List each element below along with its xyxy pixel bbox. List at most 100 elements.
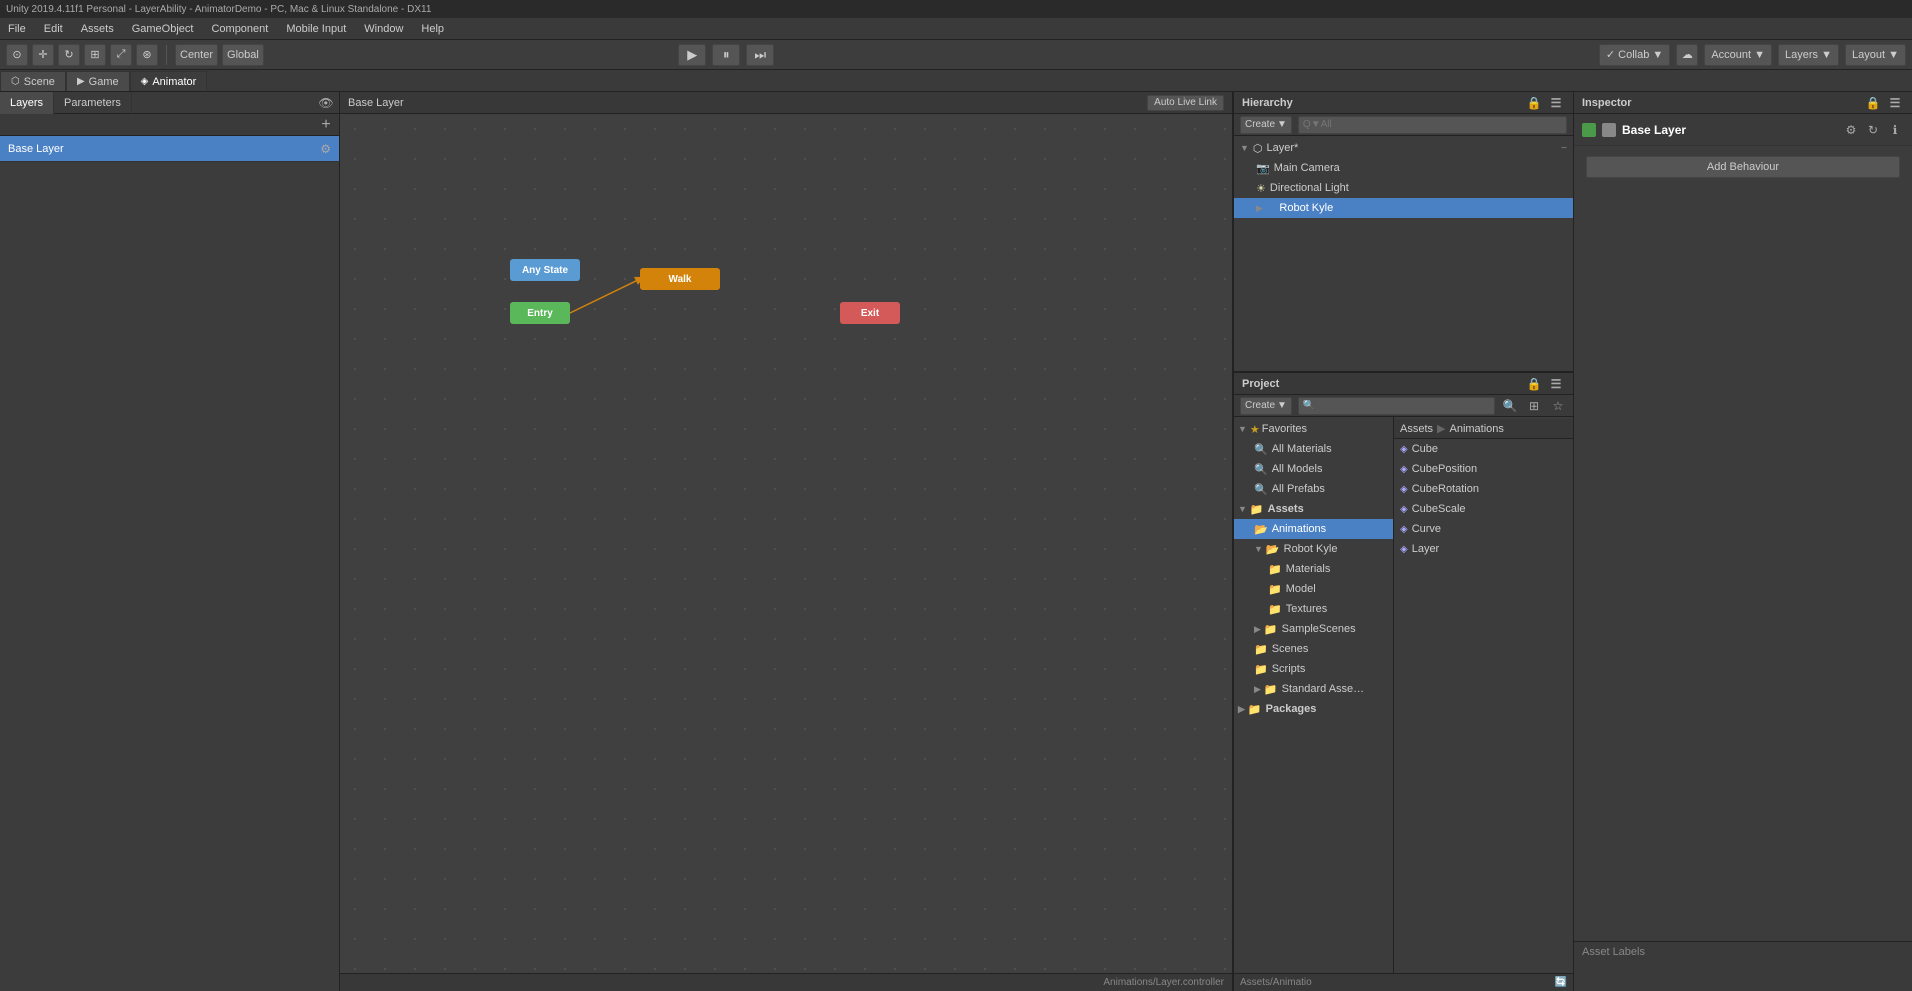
hierarchy-main-camera[interactable]: 📷 Main Camera [1234, 158, 1573, 178]
tab-scene[interactable]: ⬡ Scene [0, 71, 66, 91]
file-layer[interactable]: ◈ Layer [1394, 539, 1573, 559]
transform-rect-btn[interactable]: ⤢ [110, 44, 132, 66]
project-lock-icon[interactable]: 🔒 [1525, 375, 1543, 393]
eye-icon[interactable]: 👁 [317, 94, 335, 112]
animations-folder-item[interactable]: 📂 Animations [1234, 519, 1393, 539]
project-create-dropdown[interactable]: Create ▼ [1240, 397, 1292, 415]
hierarchy-scene-root[interactable]: ▼ ⬡ Layer* − [1234, 138, 1573, 158]
menu-file[interactable]: File [4, 21, 30, 37]
account-btn[interactable]: Account ▼ [1704, 44, 1772, 66]
transform-hand-btn[interactable]: ⊙ [6, 44, 28, 66]
inspector-info-icon[interactable]: ℹ [1886, 121, 1904, 139]
materials-folder-item[interactable]: 📁 Materials [1234, 559, 1393, 579]
menu-gameobject[interactable]: GameObject [128, 21, 198, 37]
menu-help[interactable]: Help [417, 21, 448, 37]
tab-game[interactable]: ▶ Game [66, 71, 130, 91]
inspector-lock-icon[interactable]: 🔒 [1864, 94, 1882, 112]
hierarchy-menu-icon[interactable]: ☰ [1547, 94, 1565, 112]
bottom-right: Project 🔒 ☰ Create ▼ 🔍 ⊞ ☆ [1233, 372, 1912, 991]
project-star-btn[interactable]: ☆ [1549, 397, 1567, 415]
file-curve[interactable]: ◈ Curve [1394, 519, 1573, 539]
step-button[interactable]: ⏭ [746, 44, 774, 66]
menu-assets[interactable]: Assets [77, 21, 118, 37]
layer-settings-icon[interactable]: ⚙ [320, 142, 331, 156]
menu-mobile-input[interactable]: Mobile Input [282, 21, 350, 37]
hierarchy-directional-light[interactable]: ☀ Directional Light [1234, 178, 1573, 198]
tab-parameters[interactable]: Parameters [54, 92, 132, 114]
project-menu-icon[interactable]: ☰ [1547, 375, 1565, 393]
animator-toolbar: Base Layer Auto Live Link [340, 92, 1232, 114]
collab-btn[interactable]: ✓ Collab ▼ [1599, 44, 1670, 66]
cloud-btn[interactable]: ☁ [1676, 44, 1698, 66]
inspector-refresh-icon[interactable]: ↻ [1864, 121, 1882, 139]
walk-node[interactable]: Walk [640, 268, 720, 290]
cube-file-label: Cube [1412, 443, 1438, 455]
transform-scale-btn[interactable]: ⊞ [84, 44, 106, 66]
all-models-item[interactable]: 🔍 All Models [1234, 459, 1393, 479]
base-layer-label: Base Layer [8, 143, 320, 155]
layout-btn[interactable]: Layout ▼ [1845, 44, 1906, 66]
toolbar-right: ✓ Collab ▼ ☁ Account ▼ Layers ▼ Layout ▼ [1599, 44, 1906, 66]
entry-node[interactable]: Entry [510, 302, 570, 324]
center-btn[interactable]: Center [175, 44, 218, 66]
menu-window[interactable]: Window [360, 21, 407, 37]
file-cube[interactable]: ◈ Cube [1394, 439, 1573, 459]
add-layer-icon[interactable]: + [317, 116, 335, 134]
inspector-menu-icon[interactable]: ☰ [1886, 94, 1904, 112]
breadcrumb-animations[interactable]: Animations [1449, 423, 1503, 435]
auto-live-link-btn[interactable]: Auto Live Link [1147, 95, 1224, 111]
file-cube-position[interactable]: ◈ CubePosition [1394, 459, 1573, 479]
robot-kyle-folder-item[interactable]: ▼ 📂 Robot Kyle [1234, 539, 1393, 559]
project-search[interactable] [1298, 397, 1495, 415]
scripts-folder-item[interactable]: 📁 Scripts [1234, 659, 1393, 679]
project-title: Project [1242, 378, 1279, 390]
assets-section[interactable]: ▼ 📁 Assets [1234, 499, 1393, 519]
menu-component[interactable]: Component [207, 21, 272, 37]
menu-edit[interactable]: Edit [40, 21, 67, 37]
all-materials-item[interactable]: 🔍 All Materials [1234, 439, 1393, 459]
file-cube-rotation[interactable]: ◈ CubeRotation [1394, 479, 1573, 499]
animator-canvas[interactable]: Any State Entry Walk Exit [340, 114, 1232, 973]
tab-layers[interactable]: Layers [0, 92, 54, 114]
create-dropdown[interactable]: Create ▼ [1240, 116, 1292, 134]
play-button[interactable]: ▶ [678, 44, 706, 66]
any-state-node[interactable]: Any State [510, 259, 580, 281]
transform-rotate-btn[interactable]: ↻ [58, 44, 80, 66]
transform-all-btn[interactable]: ⊛ [136, 44, 158, 66]
base-layer-item[interactable]: Base Layer ⚙ [0, 136, 339, 162]
all-prefabs-item[interactable]: 🔍 All Prefabs [1234, 479, 1393, 499]
curve-file-icon: ◈ [1400, 524, 1408, 535]
any-state-label: Any State [522, 265, 568, 276]
file-cube-scale[interactable]: ◈ CubeScale [1394, 499, 1573, 519]
add-behaviour-button[interactable]: Add Behaviour [1586, 156, 1900, 178]
project-tree: ▼ ★ Favorites 🔍 All Materials 🔍 All Mode… [1234, 417, 1394, 973]
hierarchy-robot-kyle[interactable]: ▶ ◈ Robot Kyle [1234, 198, 1573, 218]
exit-node[interactable]: Exit [840, 302, 900, 324]
sep1 [166, 45, 167, 65]
hierarchy-search[interactable] [1298, 116, 1567, 134]
color-swatch-1[interactable] [1582, 123, 1596, 137]
standard-assets-arrow: ▶ [1254, 684, 1261, 695]
tab-animator[interactable]: ◈ Animator [130, 71, 208, 91]
project-filter-btn[interactable]: ⊞ [1525, 397, 1543, 415]
inspector-settings-icon[interactable]: ⚙ [1842, 121, 1860, 139]
transform-move-btn[interactable]: ✛ [32, 44, 54, 66]
samplescenes-folder-item[interactable]: ▶ 📁 SampleScenes [1234, 619, 1393, 639]
animator-breadcrumb[interactable]: Base Layer [348, 97, 404, 109]
model-folder-item[interactable]: 📁 Model [1234, 579, 1393, 599]
layer-file-icon: ◈ [1400, 544, 1408, 555]
breadcrumb-assets[interactable]: Assets [1400, 423, 1433, 435]
materials-folder-icon: 📁 [1268, 563, 1282, 576]
global-btn[interactable]: Global [222, 44, 264, 66]
scenes-folder-item[interactable]: 📁 Scenes [1234, 639, 1393, 659]
favorites-section[interactable]: ▼ ★ Favorites [1234, 419, 1393, 439]
textures-folder-item[interactable]: 📁 Textures [1234, 599, 1393, 619]
standard-assets-folder-item[interactable]: ▶ 📁 Standard Asse… [1234, 679, 1393, 699]
pause-button[interactable]: ⏸ [712, 44, 740, 66]
hierarchy-lock-icon[interactable]: 🔒 [1525, 94, 1543, 112]
project-search-btn[interactable]: 🔍 [1501, 397, 1519, 415]
color-swatch-2[interactable] [1602, 123, 1616, 137]
parameters-tab-label: Parameters [64, 97, 121, 109]
layers-btn[interactable]: Layers ▼ [1778, 44, 1839, 66]
packages-section[interactable]: ▶ 📁 Packages [1234, 699, 1393, 719]
